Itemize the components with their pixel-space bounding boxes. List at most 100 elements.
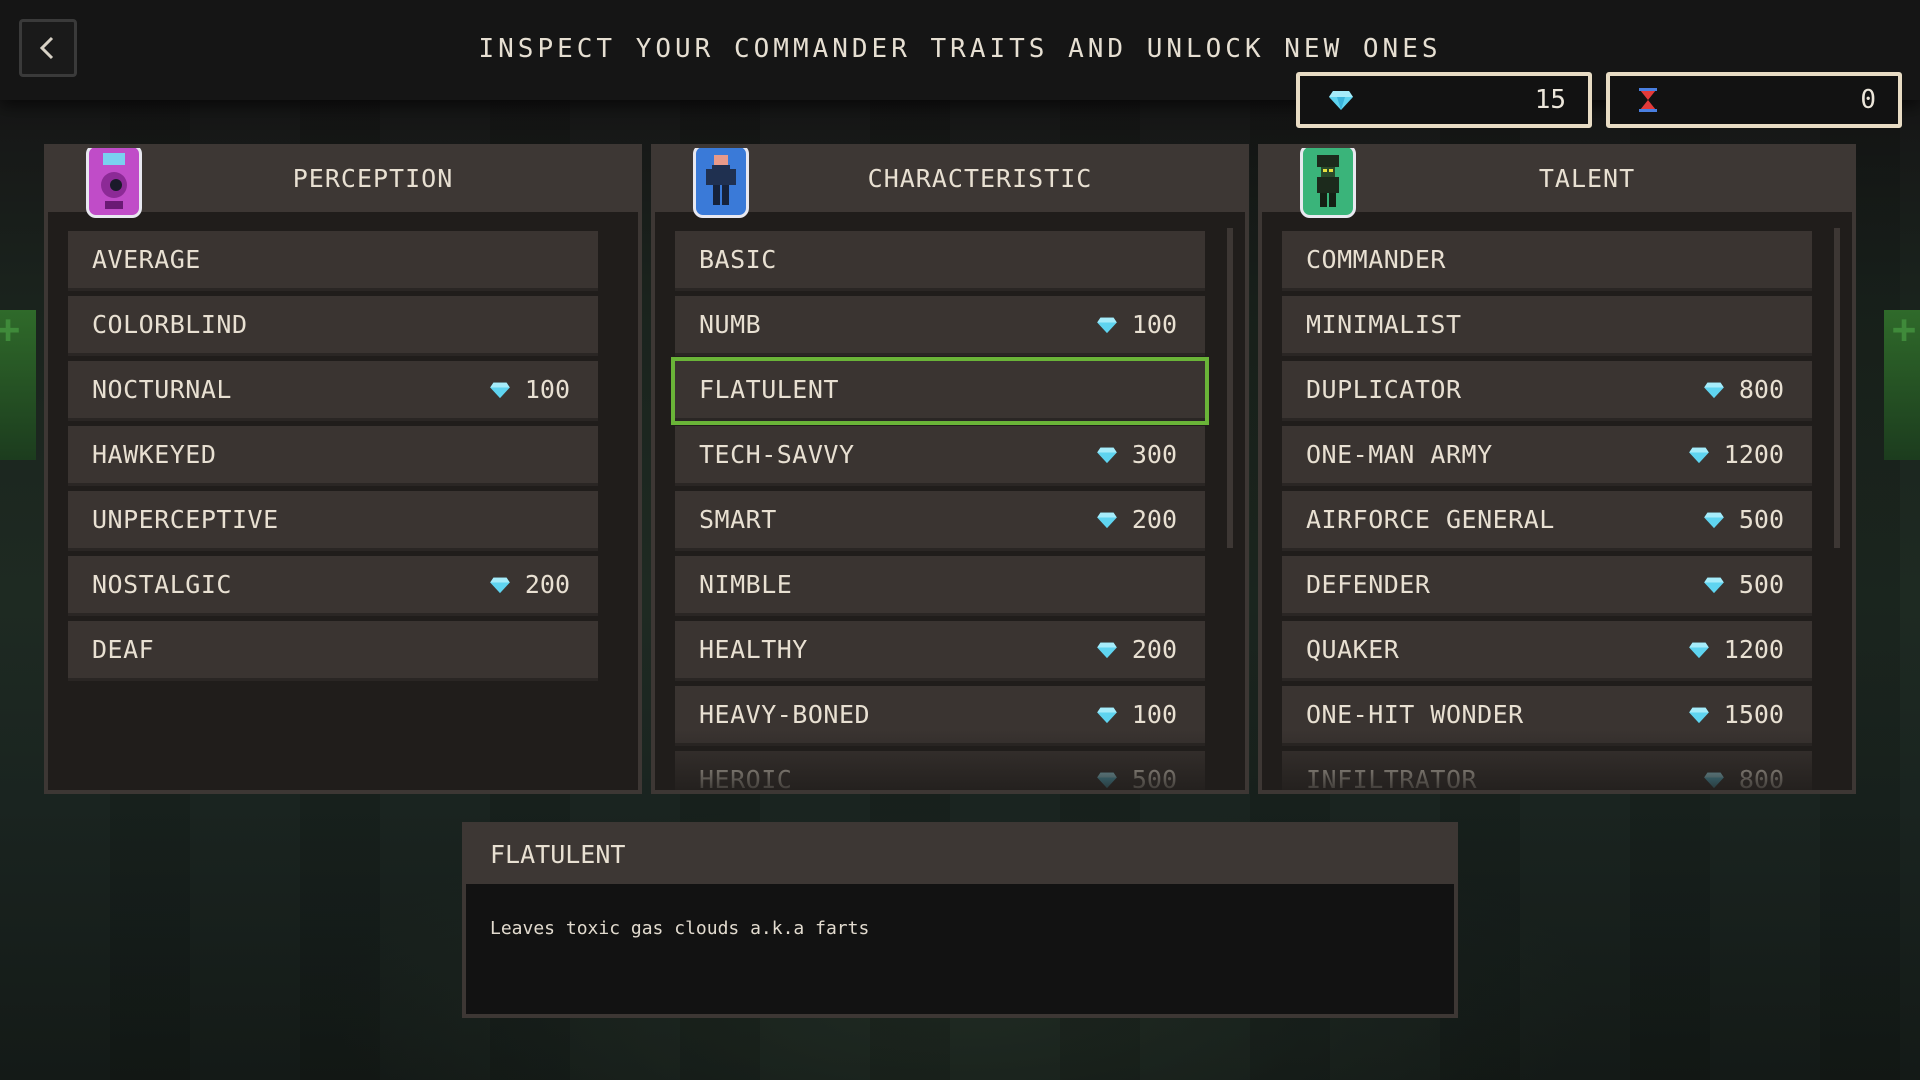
trait-row[interactable]: QUAKER 1200 [1282, 621, 1812, 681]
trait-row[interactable]: AVERAGE [68, 231, 598, 291]
trait-screen: + + INSPECT YOUR COMMANDER TRAITS AND UN… [0, 0, 1920, 1080]
scrollbar[interactable] [1227, 228, 1233, 548]
gem-icon [1688, 447, 1709, 463]
trait-label: TECH-SAVVY [699, 440, 855, 469]
trait-row[interactable]: COMMANDER [1282, 231, 1812, 291]
trait-label: INFILTRATOR [1306, 765, 1478, 794]
gem-counter: 15 [1296, 72, 1592, 128]
panel-title: TALENT [1538, 164, 1636, 193]
trait-cost-value: 300 [1131, 440, 1177, 469]
trait-cost-value: 1200 [1723, 635, 1784, 664]
gem-icon [1097, 512, 1117, 528]
trait-label: DEAF [92, 635, 155, 664]
trait-row[interactable]: HEAVY-BONED 100 [675, 686, 1205, 746]
trait-row[interactable]: NOCTURNAL 100 [68, 361, 598, 421]
trait-cost: 100 [1096, 700, 1177, 729]
gem-icon [1704, 577, 1724, 593]
trait-cost: 100 [1096, 310, 1177, 339]
gem-icon [1097, 707, 1117, 723]
trait-label: DUPLICATOR [1306, 375, 1462, 404]
trait-row[interactable]: COLORBLIND [68, 296, 598, 356]
trait-label: COMMANDER [1306, 245, 1446, 274]
trait-row[interactable]: HAWKEYED [68, 426, 598, 486]
trait-label: ONE-HIT WONDER [1306, 700, 1524, 729]
trait-cost-value: 100 [1131, 700, 1177, 729]
trait-row-selected[interactable]: FLATULENT [671, 357, 1209, 425]
trait-label: QUAKER [1306, 635, 1400, 664]
scrollbar[interactable] [1834, 228, 1840, 548]
trait-cost-value: 1500 [1723, 700, 1784, 729]
trait-cost: 800 [1703, 375, 1784, 404]
panel-title: CHARACTERISTIC [867, 164, 1093, 193]
trait-row[interactable]: DEAF [68, 621, 598, 681]
trait-label: HAWKEYED [92, 440, 217, 469]
time-count: 0 [1860, 85, 1876, 115]
trait-cost: 500 [1096, 765, 1177, 794]
trait-cost-value: 500 [1738, 505, 1784, 534]
trait-row[interactable]: DEFENDER 500 [1282, 556, 1812, 616]
plus-icon: + [0, 307, 21, 353]
trait-label: UNPERCEPTIVE [92, 505, 279, 534]
gem-icon [1097, 317, 1117, 333]
trait-row[interactable]: ONE-HIT WONDER 1500 [1282, 686, 1812, 746]
trait-row[interactable]: HEALTHY 200 [675, 621, 1205, 681]
trait-label: NIMBLE [699, 570, 793, 599]
trait-cost: 1200 [1688, 440, 1784, 469]
trait-label: COLORBLIND [92, 310, 248, 339]
trait-label: MINIMALIST [1306, 310, 1462, 339]
trait-row[interactable]: DUPLICATOR 800 [1282, 361, 1812, 421]
gem-icon [490, 382, 510, 398]
trait-label: DEFENDER [1306, 570, 1431, 599]
time-counter: 0 [1606, 72, 1902, 128]
trait-row[interactable]: SMART 200 [675, 491, 1205, 551]
trait-cost: 1500 [1688, 700, 1784, 729]
trait-label: HEAVY-BONED [699, 700, 871, 729]
trait-cost-value: 500 [1131, 765, 1177, 794]
trait-label: ONE-MAN ARMY [1306, 440, 1493, 469]
gem-icon [1097, 772, 1117, 788]
gem-icon [1688, 642, 1709, 658]
characteristic-panel: CHARACTERISTIC BASIC NUMB 100 FLATULENT T… [651, 144, 1249, 794]
trait-row[interactable]: INFILTRATOR 800 [1282, 751, 1812, 794]
trait-label: SMART [699, 505, 777, 534]
trait-cost: 1200 [1688, 635, 1784, 664]
trait-row[interactable]: NOSTALGIC 200 [68, 556, 598, 616]
trait-label: NOCTURNAL [92, 375, 232, 404]
trait-cost: 100 [489, 375, 570, 404]
description-title: FLATULENT [490, 840, 626, 869]
trait-row[interactable]: TECH-SAVVY 300 [675, 426, 1205, 486]
gem-icon [1329, 91, 1353, 110]
trait-cost-value: 200 [1131, 635, 1177, 664]
gem-icon [1704, 512, 1724, 528]
trait-row[interactable]: MINIMALIST [1282, 296, 1812, 356]
page-title: INSPECT YOUR COMMANDER TRAITS AND UNLOCK… [478, 34, 1442, 64]
trait-row[interactable]: NUMB 100 [675, 296, 1205, 356]
trait-cost: 500 [1703, 570, 1784, 599]
trait-label: NUMB [699, 310, 762, 339]
trait-row[interactable]: AIRFORCE GENERAL 500 [1282, 491, 1812, 551]
trait-label: AIRFORCE GENERAL [1306, 505, 1555, 534]
gem-icon [1097, 642, 1117, 658]
trait-cost: 800 [1703, 765, 1784, 790]
trait-cost-value: 100 [524, 375, 570, 404]
trait-cost: 500 [1703, 505, 1784, 534]
trait-cost: 300 [1096, 440, 1177, 469]
trait-cost-value: 500 [1738, 570, 1784, 599]
trait-cost: 200 [1096, 505, 1177, 534]
trait-cost-value: 100 [1131, 310, 1177, 339]
trait-label: HEROIC [699, 765, 793, 794]
gem-icon [1704, 772, 1724, 788]
trait-label: BASIC [699, 245, 777, 274]
trait-row[interactable]: HEROIC 500 [675, 751, 1205, 794]
trait-label: HEALTHY [699, 635, 808, 664]
trait-cost-value: 200 [524, 570, 570, 599]
trait-row[interactable]: NIMBLE [675, 556, 1205, 616]
trait-label: NOSTALGIC [92, 570, 232, 599]
gem-icon [1704, 382, 1724, 398]
trait-row[interactable]: ONE-MAN ARMY 1200 [1282, 426, 1812, 486]
trait-row[interactable]: BASIC [675, 231, 1205, 291]
hourglass-icon [1639, 88, 1657, 112]
trait-row[interactable]: UNPERCEPTIVE [68, 491, 598, 551]
trait-cost: 200 [1096, 635, 1177, 664]
panel-title: PERCEPTION [292, 164, 454, 193]
